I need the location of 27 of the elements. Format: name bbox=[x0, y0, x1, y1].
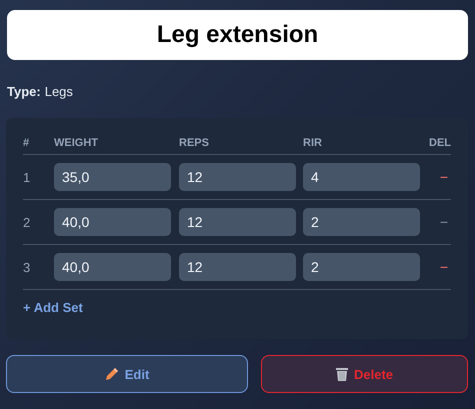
column-header: # bbox=[23, 137, 30, 149]
set-number: 3 bbox=[23, 260, 30, 274]
exercise-title: Leg extension bbox=[7, 10, 468, 60]
remove-set-button[interactable]: − bbox=[436, 259, 451, 275]
rir-field[interactable]: 2 bbox=[303, 208, 420, 236]
add-set-button[interactable]: + Add Set bbox=[23, 300, 83, 315]
remove-set-button[interactable]: − bbox=[436, 169, 451, 185]
rir-field[interactable]: 4 bbox=[303, 163, 420, 191]
type-value: Legs bbox=[44, 84, 73, 99]
rir-field[interactable]: 2 bbox=[303, 253, 420, 281]
reps-field[interactable]: 12 bbox=[179, 163, 296, 191]
edit-button[interactable]: Edit bbox=[6, 355, 248, 393]
column-header: REPS bbox=[179, 137, 209, 149]
remove-set-button[interactable]: − bbox=[436, 214, 451, 230]
pencil-icon bbox=[104, 367, 119, 381]
set-number: 2 bbox=[23, 214, 30, 230]
trash-icon bbox=[336, 367, 348, 381]
weight-field[interactable]: 40,0 bbox=[54, 208, 171, 236]
weight-field[interactable]: 35,0 bbox=[54, 163, 171, 191]
set-number: 1 bbox=[23, 170, 30, 184]
type-label: Type: bbox=[7, 84, 41, 99]
weight-field[interactable]: 40,0 bbox=[54, 253, 171, 281]
reps-field[interactable]: 12 bbox=[179, 253, 296, 281]
column-header: RIR bbox=[303, 137, 322, 149]
reps-field[interactable]: 12 bbox=[179, 208, 296, 236]
column-header: DEL bbox=[429, 137, 451, 149]
column-header: WEIGHT bbox=[54, 137, 98, 149]
